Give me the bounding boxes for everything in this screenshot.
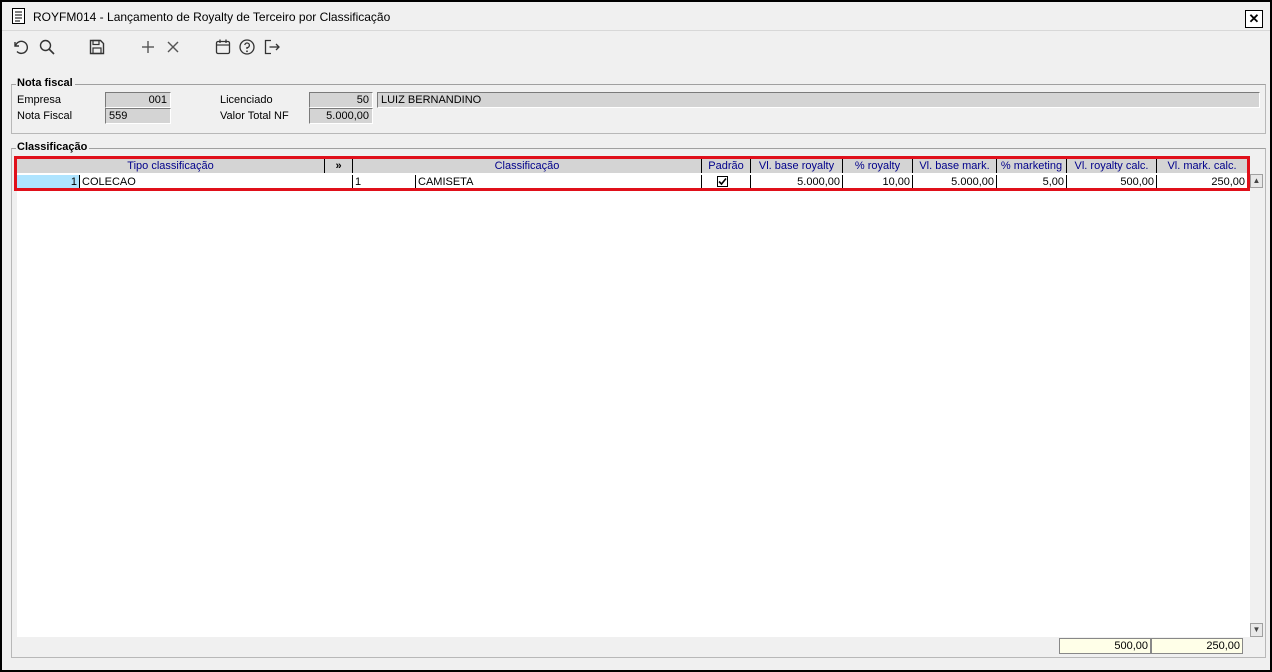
- delete-icon[interactable]: [164, 38, 182, 56]
- empresa-label: Empresa: [17, 94, 62, 106]
- valor-total-label: Valor Total NF: [220, 110, 289, 122]
- licenciado-code-field[interactable]: 50: [309, 92, 373, 108]
- close-button[interactable]: ✕: [1245, 10, 1263, 28]
- nota-fiscal-legend: Nota fiscal: [16, 77, 75, 89]
- classificacao-legend: Classificação: [16, 141, 90, 153]
- nota-fiscal-field[interactable]: 559: [105, 108, 171, 124]
- row-highlight-frame: [14, 156, 1250, 191]
- undo-icon[interactable]: [11, 38, 29, 56]
- scroll-down-icon[interactable]: ▼: [1250, 623, 1263, 637]
- nota-fiscal-label: Nota Fiscal: [17, 110, 73, 122]
- licenciado-name-field: LUIZ BERNANDINO: [377, 92, 1260, 108]
- empresa-field[interactable]: 001: [105, 92, 171, 108]
- classificacao-grid: [17, 158, 1250, 637]
- exit-icon[interactable]: [263, 38, 281, 56]
- document-icon: [12, 8, 25, 24]
- vertical-scrollbar[interactable]: ▲ ▼: [1250, 174, 1263, 637]
- window-title: ROYFM014 - Lançamento de Royalty de Terc…: [33, 10, 391, 24]
- licenciado-label: Licenciado: [220, 94, 273, 106]
- save-icon[interactable]: [88, 38, 106, 56]
- toolbar: [2, 31, 1270, 61]
- valor-total-field[interactable]: 5.000,00: [309, 108, 373, 124]
- total-royalty-field: 500,00: [1059, 638, 1151, 654]
- search-icon[interactable]: [38, 38, 56, 56]
- main-window: ROYFM014 - Lançamento de Royalty de Terc…: [0, 0, 1272, 672]
- total-marketing-field: 250,00: [1151, 638, 1243, 654]
- calendar-icon[interactable]: [214, 38, 232, 56]
- add-icon[interactable]: [139, 38, 157, 56]
- help-icon[interactable]: [238, 38, 256, 56]
- scroll-up-icon[interactable]: ▲: [1250, 174, 1263, 188]
- title-bar: ROYFM014 - Lançamento de Royalty de Terc…: [2, 2, 1270, 31]
